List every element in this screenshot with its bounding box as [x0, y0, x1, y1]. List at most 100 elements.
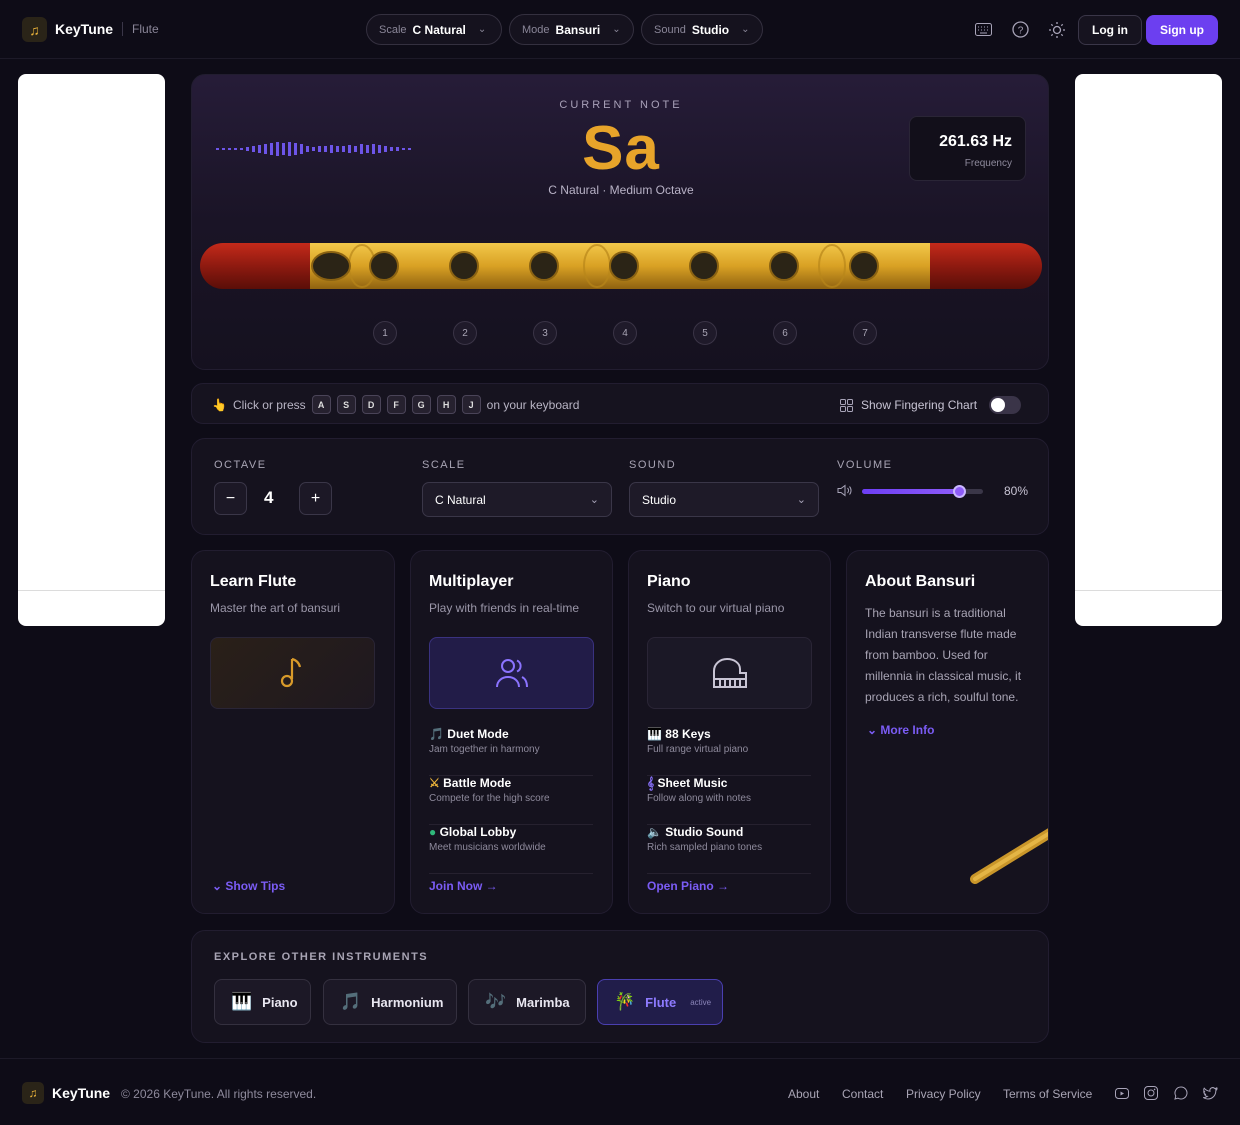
- flute-graphic[interactable]: [200, 243, 1042, 289]
- youtube-icon[interactable]: [1114, 1085, 1130, 1101]
- hole-number-1[interactable]: 1: [373, 321, 397, 345]
- key-f[interactable]: F: [386, 395, 406, 414]
- key-j[interactable]: J: [461, 395, 481, 414]
- music-note-icon: 🎵: [340, 992, 362, 1011]
- keyboard-hint-suffix: on your keyboard: [486, 397, 580, 412]
- footer-copyright: © 2026 KeyTune. All rights reserved.: [121, 1087, 317, 1101]
- instrument-harmonium-button[interactable]: 🎵 Harmonium: [323, 979, 457, 1025]
- join-now-link[interactable]: Join Now →: [429, 879, 498, 893]
- pointer-icon: 👆: [212, 397, 227, 412]
- footer-link-privacy[interactable]: Privacy Policy: [906, 1087, 981, 1101]
- more-info-link[interactable]: ⌄ More Info: [867, 723, 934, 737]
- scale-pill[interactable]: Scale C Natural ⌄: [366, 14, 502, 45]
- multiplayer-card: Multiplayer Play with friends in real-ti…: [410, 550, 613, 914]
- key-h[interactable]: H: [436, 395, 456, 414]
- feature-title: Studio Sound: [665, 825, 744, 839]
- scale-select-value: C Natural: [435, 492, 486, 507]
- feature-88-keys[interactable]: 🎹 88 Keys Full range virtual piano: [647, 727, 811, 776]
- scale-select[interactable]: C Natural ⌄: [422, 482, 612, 517]
- hole-number-5[interactable]: 5: [693, 321, 717, 345]
- login-button[interactable]: Log in: [1078, 15, 1142, 45]
- learn-card-title: Learn Flute: [210, 573, 297, 590]
- sound-pill-value: Studio: [691, 22, 730, 37]
- logo-icon[interactable]: ♫: [22, 17, 47, 42]
- chat-icon[interactable]: [1173, 1085, 1189, 1101]
- feature-battle-mode[interactable]: ⚔ Battle Mode Compete for the high score: [429, 776, 593, 825]
- active-badge: active: [690, 997, 712, 1007]
- instrument-label: Flute: [132, 22, 159, 36]
- multiplayer-card-image: [429, 637, 594, 709]
- key-d[interactable]: D: [361, 395, 381, 414]
- show-tips-link[interactable]: ⌄ Show Tips: [212, 879, 285, 893]
- feature-desc: Full range virtual piano: [647, 744, 749, 755]
- feature-studio-sound[interactable]: 🔈 Studio Sound Rich sampled piano tones: [647, 825, 811, 874]
- hole-number-7[interactable]: 7: [853, 321, 877, 345]
- instrument-flute-button[interactable]: 🎋 Flute active: [597, 979, 723, 1025]
- signup-button[interactable]: Sign up: [1146, 15, 1218, 45]
- help-icon[interactable]: ?: [1011, 20, 1030, 39]
- footer-link-about[interactable]: About: [788, 1087, 819, 1101]
- footer-brand[interactable]: KeyTune: [52, 1085, 110, 1101]
- footer-link-contact[interactable]: Contact: [842, 1087, 883, 1101]
- feature-desc: Rich sampled piano tones: [647, 842, 763, 853]
- open-piano-link[interactable]: Open Piano →: [647, 879, 729, 893]
- brand-name[interactable]: KeyTune: [55, 21, 113, 37]
- feature-title: 88 Keys: [665, 727, 711, 741]
- explore-label: EXPLORE OTHER INSTRUMENTS: [214, 951, 429, 963]
- mode-pill-value: Bansuri: [555, 22, 601, 37]
- feature-desc: Jam together in harmony: [429, 744, 540, 755]
- octave-value: 4: [264, 488, 274, 507]
- feature-title: Sheet Music: [657, 776, 728, 790]
- sound-select[interactable]: Studio ⌄: [629, 482, 819, 517]
- fingering-chart-toggle-row[interactable]: Show Fingering Chart: [840, 396, 1022, 414]
- instrument-name: Marimba: [516, 994, 570, 1010]
- fingering-chart-toggle[interactable]: [989, 396, 1022, 414]
- hole-number-6[interactable]: 6: [773, 321, 797, 345]
- sound-label: SOUND: [629, 459, 677, 471]
- keyboard-icon[interactable]: [974, 20, 993, 39]
- hole-number-2[interactable]: 2: [453, 321, 477, 345]
- piano-card: Piano Switch to our virtual piano 🎹 88 K…: [628, 550, 831, 914]
- learn-card-image: [210, 637, 375, 709]
- feature-global-lobby[interactable]: ● Global Lobby Meet musicians worldwide: [429, 825, 593, 874]
- multiplayer-card-title: Multiplayer: [429, 573, 514, 590]
- chevron-down-icon: ⌄: [212, 879, 223, 893]
- speaker-icon[interactable]: [837, 484, 852, 497]
- feature-duet-mode[interactable]: 🎵 Duet Mode Jam together in harmony: [429, 727, 593, 776]
- key-a[interactable]: A: [311, 395, 331, 414]
- grid-icon: [840, 398, 853, 412]
- scale-label: SCALE: [422, 459, 466, 471]
- instrument-name: Harmonium: [371, 994, 444, 1010]
- hole-number-4[interactable]: 4: [613, 321, 637, 345]
- mode-pill[interactable]: Mode Bansuri ⌄: [509, 14, 634, 45]
- learn-flute-card: Learn Flute Master the art of bansuri ⌄ …: [191, 550, 395, 914]
- sound-select-value: Studio: [642, 492, 677, 507]
- piano-card-subtitle: Switch to our virtual piano: [647, 601, 785, 615]
- left-ad-panel: [18, 74, 165, 626]
- show-tips-label: Show Tips: [225, 879, 286, 893]
- key-s[interactable]: S: [336, 395, 356, 414]
- frequency-box: 261.63 Hz Frequency: [909, 116, 1026, 181]
- key-g[interactable]: G: [411, 395, 431, 414]
- feature-title: Battle Mode: [443, 776, 512, 790]
- hole-number-3[interactable]: 3: [533, 321, 557, 345]
- sun-icon[interactable]: [1047, 20, 1066, 39]
- sound-pill[interactable]: Sound Studio ⌄: [641, 14, 763, 45]
- globe-icon: ●: [429, 825, 437, 839]
- frequency-value: 261.63 Hz: [939, 133, 1012, 150]
- chevron-down-icon: ⌄: [589, 494, 599, 506]
- octave-decrease-button[interactable]: −: [214, 482, 247, 515]
- instrument-marimba-button[interactable]: 🎶 Marimba: [468, 979, 586, 1025]
- controls-panel: OCTAVE − 4 + SCALE C Natural ⌄ SOUND Stu…: [191, 438, 1049, 535]
- footer-link-terms[interactable]: Terms of Service: [1003, 1087, 1092, 1101]
- chevron-down-icon: ⌄: [867, 723, 878, 737]
- volume-slider[interactable]: [862, 485, 983, 498]
- octave-increase-button[interactable]: +: [299, 482, 332, 515]
- footer-logo-icon[interactable]: ♫: [22, 1082, 44, 1104]
- instrument-piano-button[interactable]: 🎹 Piano: [214, 979, 311, 1025]
- feature-sheet-music[interactable]: 𝄞 Sheet Music Follow along with notes: [647, 776, 811, 825]
- volume-slider-handle[interactable]: [952, 485, 966, 498]
- volume-label: VOLUME: [837, 459, 893, 471]
- instagram-icon[interactable]: [1143, 1085, 1159, 1101]
- twitter-icon[interactable]: [1202, 1085, 1218, 1101]
